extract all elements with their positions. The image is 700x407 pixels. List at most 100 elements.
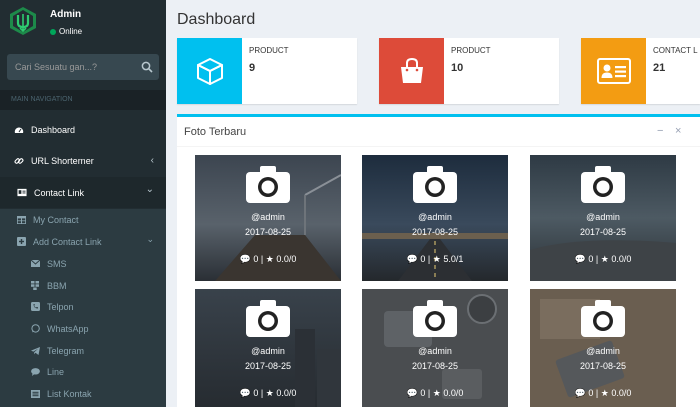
comment-icon bbox=[30, 367, 40, 377]
search-input[interactable] bbox=[7, 54, 133, 80]
photo-user: @admin bbox=[418, 346, 452, 356]
comment-count: 0 bbox=[420, 254, 426, 264]
plus-square-icon bbox=[16, 237, 26, 247]
photo-stats: 💬 0 | ★ 0.0/0 bbox=[239, 254, 297, 264]
online-dot-icon bbox=[50, 28, 56, 35]
star-icon: ★ bbox=[432, 388, 441, 398]
sidebar-item-label: My Contact bbox=[33, 214, 79, 225]
sidebar: Admin Online MAIN NAVIGATION Dashboard U… bbox=[0, 0, 166, 407]
photo-date: 2017-08-25 bbox=[411, 361, 459, 371]
camera-icon bbox=[413, 300, 457, 337]
photo-date: 2017-08-25 bbox=[579, 227, 627, 237]
photo-card[interactable]: @admin 2017-08-25 💬 0 | ★ 0.0/0 bbox=[362, 289, 508, 407]
info-box-value: 10 bbox=[451, 62, 464, 74]
sidebar-item-label: List Kontak bbox=[47, 388, 92, 399]
info-box-value: 21 bbox=[653, 62, 666, 74]
whatsapp-icon bbox=[30, 324, 40, 334]
comment-icon: 💬 bbox=[406, 254, 418, 264]
star-icon: ★ bbox=[600, 388, 609, 398]
minimize-button[interactable]: − bbox=[657, 125, 663, 137]
sidebar-search bbox=[7, 54, 159, 80]
photo-user: @admin bbox=[586, 346, 620, 356]
photo-card[interactable]: @admin 2017-08-25 💬 0 | ★ 5.0/1 bbox=[362, 155, 508, 281]
photo-rating: 0.0/0 bbox=[276, 254, 297, 264]
sidebar-item-telpon[interactable]: Telpon bbox=[0, 296, 166, 317]
sidebar-item-dashboard[interactable]: Dashboard bbox=[0, 114, 166, 145]
sidebar-item-label: Telpon bbox=[47, 301, 74, 312]
photo-user: @admin bbox=[251, 346, 285, 356]
camera-icon bbox=[246, 166, 290, 203]
comment-count: 0 bbox=[420, 388, 426, 398]
sidebar-item-label: Add Contact Link bbox=[33, 236, 102, 247]
user-status-text: Online bbox=[59, 27, 83, 36]
list-icon bbox=[30, 389, 40, 399]
photo-card[interactable]: @admin 2017-08-25 💬 0 | ★ 0.0/0 bbox=[530, 155, 676, 281]
sidebar-item-url-shorterner[interactable]: URL Shorterner ‹ bbox=[0, 145, 166, 176]
photo-stats: 💬 0 | ★ 5.0/1 bbox=[406, 254, 464, 264]
sidebar-item-add-contact-link[interactable]: Add Contact Link ⌄ bbox=[0, 231, 166, 252]
comment-icon: 💬 bbox=[239, 254, 251, 264]
sidebar-item-my-contact[interactable]: My Contact bbox=[0, 209, 166, 230]
avatar bbox=[10, 7, 36, 35]
cube-icon bbox=[177, 38, 242, 104]
user-status: Online bbox=[50, 27, 82, 36]
info-box-contact: CONTACT L 21 bbox=[581, 38, 700, 104]
photo-date: 2017-08-25 bbox=[244, 227, 292, 237]
photo-rating: 0.0/0 bbox=[611, 254, 632, 264]
submenu-contact-link: My Contact Add Contact Link ⌄ SMS BBM Te… bbox=[0, 209, 166, 407]
photo-stats: 💬 0 | ★ 0.0/0 bbox=[239, 388, 297, 398]
sidebar-item-telegram[interactable]: Telegram bbox=[0, 340, 166, 361]
photo-stats: 💬 0 | ★ 0.0/0 bbox=[574, 388, 632, 398]
star-icon: ★ bbox=[265, 254, 274, 264]
bbm-icon bbox=[30, 281, 40, 291]
info-box-label: PRODUCT bbox=[249, 46, 289, 55]
telegram-icon bbox=[30, 346, 40, 356]
id-card-icon bbox=[581, 38, 646, 104]
comment-icon: 💬 bbox=[406, 388, 418, 398]
box-header: Foto Terbaru − × bbox=[177, 117, 700, 147]
page-title: Dashboard bbox=[177, 11, 256, 28]
sidebar-item-list-kontak[interactable]: List Kontak bbox=[0, 383, 166, 404]
nav-header: MAIN NAVIGATION bbox=[11, 96, 73, 103]
info-box-value: 9 bbox=[249, 62, 256, 74]
info-box-label: CONTACT L bbox=[653, 46, 698, 55]
photo-rating: 5.0/1 bbox=[443, 254, 464, 264]
photo-card[interactable]: @admin 2017-08-25 💬 0 | ★ 0.0/0 bbox=[195, 155, 341, 281]
address-card-icon bbox=[17, 188, 27, 198]
camera-icon bbox=[581, 300, 625, 337]
photo-date: 2017-08-25 bbox=[411, 227, 459, 237]
photo-date: 2017-08-25 bbox=[244, 361, 292, 371]
sidebar-item-line[interactable]: Line bbox=[0, 361, 166, 382]
sidebar-item-label: SMS bbox=[47, 258, 67, 269]
comment-count: 0 bbox=[253, 388, 259, 398]
photo-rating: 0.0/0 bbox=[276, 388, 297, 398]
search-icon[interactable] bbox=[141, 61, 153, 73]
camera-icon bbox=[581, 166, 625, 203]
photo-user: @admin bbox=[251, 212, 285, 222]
sidebar-item-whatsapp[interactable]: WhatsApp bbox=[0, 318, 166, 339]
photo-user: @admin bbox=[418, 212, 452, 222]
photo-rating: 0.0/0 bbox=[611, 388, 632, 398]
photo-stats: 💬 0 | ★ 0.0/0 bbox=[406, 388, 464, 398]
sidebar-item-contact-link[interactable]: Contact Link ⌄ bbox=[0, 177, 166, 208]
photo-date: 2017-08-25 bbox=[579, 361, 627, 371]
comment-icon: 💬 bbox=[574, 388, 586, 398]
sidebar-item-sms[interactable]: SMS bbox=[0, 253, 166, 274]
comment-count: 0 bbox=[253, 254, 259, 264]
photo-user: @admin bbox=[586, 212, 620, 222]
star-icon: ★ bbox=[265, 388, 274, 398]
close-button[interactable]: × bbox=[675, 125, 681, 137]
sidebar-item-label: Telegram bbox=[47, 345, 85, 356]
camera-icon bbox=[246, 300, 290, 337]
shopping-bag-icon bbox=[379, 38, 444, 104]
photo-stats: 💬 0 | ★ 0.0/0 bbox=[574, 254, 632, 264]
chevron-left-icon: ‹ bbox=[150, 155, 154, 166]
comment-count: 0 bbox=[588, 388, 594, 398]
sidebar-item-label: Dashboard bbox=[31, 124, 76, 135]
sidebar-item-bbm[interactable]: BBM bbox=[0, 275, 166, 296]
sidebar-item-label: Contact Link bbox=[34, 187, 85, 198]
info-box-label: PRODUCT bbox=[451, 46, 491, 55]
chevron-down-icon: ⌄ bbox=[146, 234, 154, 244]
photo-card[interactable]: @admin 2017-08-25 💬 0 | ★ 0.0/0 bbox=[530, 289, 676, 407]
photo-card[interactable]: @admin 2017-08-25 💬 0 | ★ 0.0/0 bbox=[195, 289, 341, 407]
